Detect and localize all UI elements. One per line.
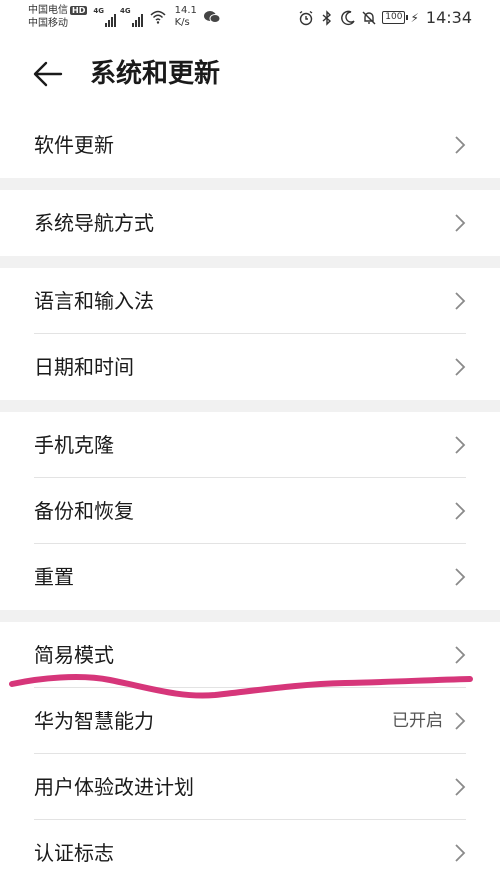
chevron-right-icon xyxy=(455,646,466,664)
chevron-right-icon xyxy=(455,136,466,154)
setting-row-phone-clone[interactable]: 手机克隆 xyxy=(0,412,500,478)
setting-label: 备份和恢复 xyxy=(34,499,134,523)
signal-1-icon: 4G 4G xyxy=(93,7,146,27)
setting-row-user-experience[interactable]: 用户体验改进计划 xyxy=(0,754,500,820)
chevron-right-icon xyxy=(455,292,466,310)
setting-row-certification[interactable]: 认证标志 xyxy=(0,820,500,886)
carrier-1: 中国电信 xyxy=(28,5,68,16)
chevron-right-icon xyxy=(455,436,466,454)
group-separator xyxy=(0,178,500,190)
settings-group: 软件更新 xyxy=(0,112,500,178)
setting-row-reset[interactable]: 重置 xyxy=(0,544,500,610)
chevron-right-icon xyxy=(455,214,466,232)
chevron-right-icon xyxy=(455,844,466,862)
setting-label: 用户体验改进计划 xyxy=(34,775,194,799)
chevron-right-icon xyxy=(455,712,466,730)
setting-label: 语言和输入法 xyxy=(34,289,154,313)
network-speed: 14.1 K/s xyxy=(175,5,197,29)
setting-label: 认证标志 xyxy=(34,841,114,865)
setting-label: 系统导航方式 xyxy=(34,211,154,235)
setting-row-language-input[interactable]: 语言和输入法 xyxy=(0,268,500,334)
setting-row-date-time[interactable]: 日期和时间 xyxy=(0,334,500,400)
back-button[interactable] xyxy=(30,58,66,90)
setting-row-simple-mode[interactable]: 简易模式 xyxy=(0,622,500,688)
setting-label: 日期和时间 xyxy=(34,355,134,379)
setting-label: 软件更新 xyxy=(34,133,114,157)
network-type-1: 4G xyxy=(93,7,104,15)
status-right: 100 ⚡ 14:34 xyxy=(298,8,472,27)
bluetooth-icon xyxy=(322,9,332,26)
setting-label: 简易模式 xyxy=(34,643,114,667)
mute-icon xyxy=(362,11,376,24)
page-title: 系统和更新 xyxy=(90,59,221,89)
wechat-icon xyxy=(203,11,221,23)
settings-group: 简易模式 华为智慧能力 已开启 用户体验改进计划 认证标志 xyxy=(0,622,500,886)
setting-label: 华为智慧能力 xyxy=(34,709,154,733)
network-type-2: 4G xyxy=(119,7,131,15)
group-separator xyxy=(0,400,500,412)
status-left: 中国电信 HD 中国移动 4G 4G 14.1 K/s xyxy=(28,4,221,30)
chevron-right-icon xyxy=(455,778,466,796)
carrier-2: 中国移动 xyxy=(28,18,68,29)
net-speed-value: 14.1 xyxy=(174,5,197,16)
back-arrow-icon xyxy=(33,61,63,87)
carrier-info: 中国电信 HD 中国移动 xyxy=(28,4,88,30)
battery-icon: 100 ⚡ xyxy=(382,11,419,25)
app-header: 系统和更新 xyxy=(0,36,500,112)
clock: 14:34 xyxy=(425,8,472,27)
hd-badge: HD xyxy=(70,6,88,15)
settings-group: 系统导航方式 xyxy=(0,190,500,256)
group-separator xyxy=(0,610,500,622)
settings-group: 手机克隆 备份和恢复 重置 xyxy=(0,412,500,610)
chevron-right-icon xyxy=(455,502,466,520)
setting-label: 手机克隆 xyxy=(34,433,114,457)
setting-row-huawei-intelligence[interactable]: 华为智慧能力 已开启 xyxy=(0,688,500,754)
moon-icon xyxy=(341,10,355,25)
chevron-right-icon xyxy=(455,358,466,376)
setting-row-navigation[interactable]: 系统导航方式 xyxy=(0,190,500,256)
battery-level: 100 xyxy=(382,11,406,24)
setting-value: 已开启 xyxy=(392,711,443,731)
charging-icon: ⚡ xyxy=(410,10,419,25)
net-speed-unit: K/s xyxy=(174,17,190,28)
chevron-right-icon xyxy=(455,568,466,586)
setting-row-backup-restore[interactable]: 备份和恢复 xyxy=(0,478,500,544)
alarm-icon xyxy=(299,10,313,25)
status-bar: 中国电信 HD 中国移动 4G 4G 14.1 K/s 100 ⚡ 14:34 xyxy=(0,0,500,36)
group-separator xyxy=(0,256,500,268)
settings-group: 语言和输入法 日期和时间 xyxy=(0,268,500,400)
settings-list: 软件更新 系统导航方式 语言和输入法 日期和时间 手机克隆 备份和恢复 重置 简… xyxy=(0,112,500,886)
setting-label: 重置 xyxy=(34,565,74,589)
setting-row-software-update[interactable]: 软件更新 xyxy=(0,112,500,178)
wifi-icon xyxy=(150,10,166,24)
